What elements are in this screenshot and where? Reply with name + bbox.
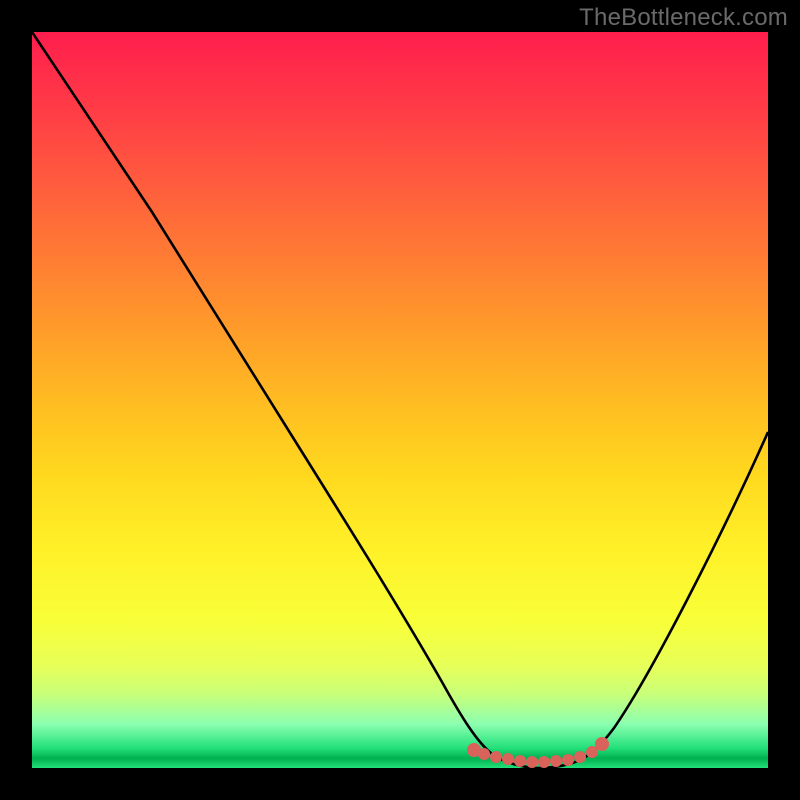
marker-dot <box>478 748 490 760</box>
marker-dot <box>526 756 538 768</box>
chart-frame: TheBottleneck.com <box>0 0 800 800</box>
marker-dot <box>574 751 586 763</box>
bottleneck-curve <box>32 32 768 768</box>
marker-dot <box>490 751 502 763</box>
marker-dot <box>502 753 514 765</box>
watermark-text: TheBottleneck.com <box>579 4 788 32</box>
marker-dot <box>514 755 526 767</box>
curve-svg <box>32 32 768 768</box>
flat-band-dots <box>467 737 609 768</box>
marker-dot <box>550 755 562 767</box>
marker-dot <box>538 756 550 768</box>
plot-area <box>32 32 768 768</box>
marker-dot <box>595 737 609 751</box>
marker-dot <box>562 754 574 766</box>
